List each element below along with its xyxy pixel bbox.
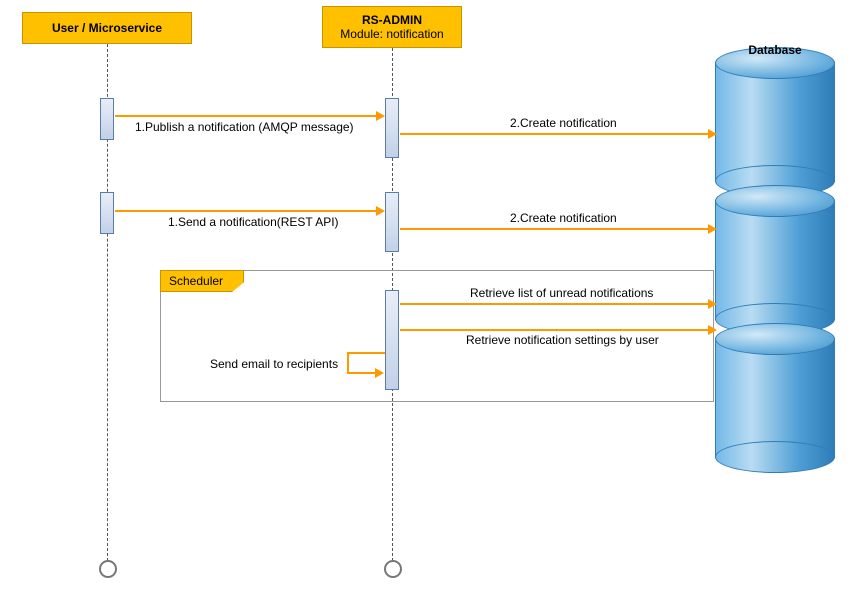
label-m5: Retrieve notification settings by user xyxy=(466,333,659,347)
arrow-m5-head xyxy=(708,325,717,335)
label-m2b: 2.Create notification xyxy=(510,211,617,225)
activation-user-1 xyxy=(100,98,114,140)
arrow-m1-head xyxy=(376,111,385,121)
label-m1: 1.Publish a notification (AMQP message) xyxy=(135,120,354,134)
participant-user-title: User / Microservice xyxy=(52,21,162,35)
arrow-m2b-head xyxy=(708,224,717,234)
activation-rsadmin-2 xyxy=(385,192,399,252)
activation-rsadmin-3 xyxy=(385,290,399,390)
arrow-m6-head xyxy=(375,368,384,378)
activation-user-2 xyxy=(100,192,114,234)
label-m3: 1.Send a notification(REST API) xyxy=(168,215,339,229)
arrow-m2a xyxy=(400,133,710,135)
arrow-m4 xyxy=(400,303,710,305)
arrow-m6-top xyxy=(347,352,385,354)
participant-rsadmin: RS-ADMIN Module: notification xyxy=(322,6,462,48)
arrow-m3-head xyxy=(376,206,385,216)
participant-rsadmin-subtitle: Module: notification xyxy=(331,27,453,41)
arrow-m2a-head xyxy=(708,129,717,139)
label-m6: Send email to recipients xyxy=(210,357,338,371)
label-m2a: 2.Create notification xyxy=(510,116,617,130)
scheduler-frame-label: Scheduler xyxy=(160,270,244,292)
arrow-m6-bottom xyxy=(347,372,377,374)
database-title: Database xyxy=(715,43,835,57)
arrow-m1 xyxy=(115,115,378,117)
participant-rsadmin-title: RS-ADMIN xyxy=(331,13,453,27)
lifeline-end-user xyxy=(99,560,117,578)
arrow-m2b xyxy=(400,228,710,230)
label-m4: Retrieve list of unread notifications xyxy=(470,286,653,300)
participant-user: User / Microservice xyxy=(22,12,192,44)
activation-rsadmin-1 xyxy=(385,98,399,158)
arrow-m4-head xyxy=(708,299,717,309)
arrow-m6-side xyxy=(347,352,349,374)
arrow-m3 xyxy=(115,210,378,212)
arrow-m5 xyxy=(400,329,710,331)
database: Database xyxy=(715,47,835,461)
lifeline-end-rsadmin xyxy=(384,560,402,578)
